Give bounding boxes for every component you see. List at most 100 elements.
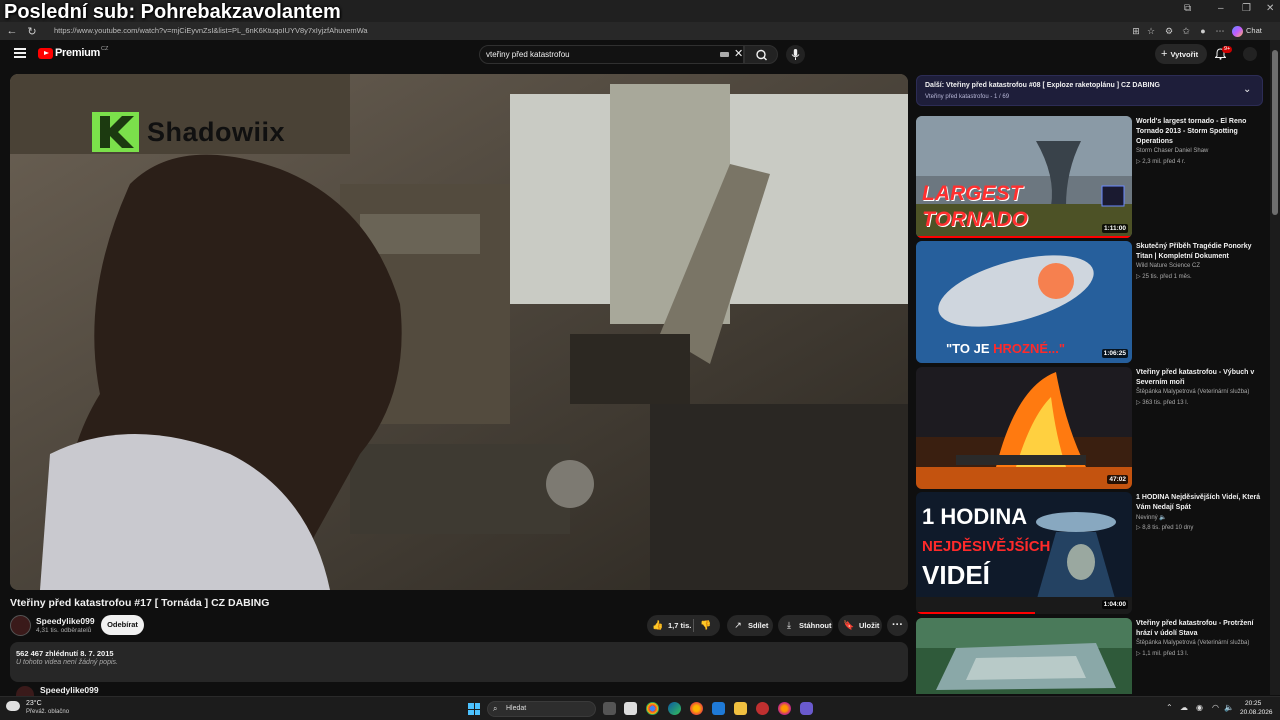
search-input[interactable] bbox=[486, 47, 706, 62]
back-icon[interactable]: ← bbox=[4, 25, 20, 37]
share-label: Sdílet bbox=[748, 621, 769, 630]
recommendation-meta: ▷ 8,8 tis. před 10 dny bbox=[1136, 525, 1194, 531]
views-and-date: 562 467 zhlédnutí 8. 7. 2015 bbox=[16, 649, 114, 658]
recommendation-item[interactable]: "TO JE HROZNÉ..." 1:06:25 Skutečný Příbě… bbox=[916, 241, 1266, 363]
maximize-icon[interactable]: ❐ bbox=[1242, 3, 1251, 14]
app-icon[interactable] bbox=[756, 702, 769, 715]
page-scrollbar[interactable] bbox=[1270, 40, 1280, 695]
video-thumbnail[interactable]: LARGEST TORNADO 1:11:00 bbox=[916, 116, 1132, 238]
file-explorer-icon[interactable] bbox=[734, 702, 747, 715]
download-button[interactable]: ⤓ Stáhnout bbox=[778, 615, 833, 636]
video-thumbnail[interactable]: 1 HODINA NEJDĚSIVĚJŠÍCH VIDEÍ 1:04:00 bbox=[916, 492, 1132, 614]
address-bar-row: ← ↻ https://www.youtube.com/watch?v=mjCi… bbox=[0, 22, 1280, 40]
mail-icon[interactable] bbox=[712, 702, 725, 715]
favorites-icon[interactable]: ✩ bbox=[1180, 25, 1192, 37]
like-icon[interactable]: 👍 bbox=[652, 615, 664, 636]
menu-dots-icon[interactable]: ⋯ bbox=[1214, 25, 1226, 37]
tray-app-icon[interactable]: ◉ bbox=[1196, 703, 1203, 712]
close-window-icon[interactable]: ✕ bbox=[1266, 3, 1274, 14]
clear-search-icon[interactable]: ✕ bbox=[734, 47, 743, 62]
recommendation-title[interactable]: Vteřiny před katastrofou - Výbuch v Seve… bbox=[1136, 368, 1264, 388]
thumbnail-text: NEJDĚSIVĚJŠÍCH bbox=[922, 538, 1051, 555]
recommendation-item[interactable]: LARGEST TORNADO 1:11:00 World's largest … bbox=[916, 116, 1266, 238]
reload-icon[interactable]: ↻ bbox=[24, 25, 40, 38]
download-label: Stáhnout bbox=[799, 621, 832, 630]
thumbnail-text-white: "TO JE bbox=[946, 341, 994, 356]
recommendation-title[interactable]: Skutečný Příběh Tragédie Ponorky Titan |… bbox=[1136, 242, 1264, 262]
recommendation-meta: ▷ 363 tis. před 13 l. bbox=[1136, 400, 1189, 406]
subscribe-button[interactable]: Odebírat bbox=[101, 615, 144, 635]
dislike-icon[interactable]: 👎 bbox=[700, 615, 712, 636]
clock-time[interactable]: 20:25 bbox=[1245, 700, 1261, 707]
edge-icon[interactable] bbox=[668, 702, 681, 715]
recommendation-channel[interactable]: Štěpánka Malypetrová (Veterinární služba… bbox=[1136, 640, 1249, 646]
video-player[interactable]: Shadowiix bbox=[10, 74, 908, 590]
recommendation-item[interactable]: Vteřiny před katastrofou - Protržení hrá… bbox=[916, 618, 1266, 694]
volume-icon[interactable]: 🔈 bbox=[1224, 703, 1234, 712]
translate-icon[interactable]: ⊞ bbox=[1130, 25, 1142, 37]
search-button[interactable] bbox=[744, 45, 778, 64]
comment-avatar[interactable] bbox=[16, 686, 34, 696]
voice-search-button[interactable] bbox=[786, 45, 805, 64]
profile-icon[interactable]: ● bbox=[1197, 25, 1209, 37]
video-thumbnail[interactable]: "TO JE HROZNÉ..." 1:06:25 bbox=[916, 241, 1132, 363]
wifi-icon[interactable]: ◠ bbox=[1212, 703, 1219, 712]
collections-icon[interactable]: ⧉ bbox=[1184, 3, 1191, 14]
scrollbar-thumb[interactable] bbox=[1272, 50, 1278, 215]
url-field[interactable]: https://www.youtube.com/watch?v=mjCiEyvn… bbox=[44, 24, 1104, 38]
channel-watermark: Shadowiix bbox=[92, 112, 285, 152]
search-box: ✕ bbox=[479, 45, 744, 64]
account-avatar[interactable] bbox=[1243, 47, 1257, 61]
recommendation-channel[interactable]: Nevinný 🔈 bbox=[1136, 514, 1167, 521]
windows-start-icon[interactable] bbox=[468, 703, 480, 715]
comment-author[interactable]: Speedylike099 bbox=[40, 685, 99, 695]
extension-icon[interactable]: ⚙ bbox=[1163, 25, 1175, 37]
widgets-icon[interactable] bbox=[624, 702, 637, 715]
like-count[interactable]: 1,7 tis. bbox=[668, 615, 691, 636]
onedrive-icon[interactable]: ☁ bbox=[1180, 703, 1188, 712]
thumbnail-text-red: HROZNÉ..." bbox=[993, 341, 1065, 356]
recommendation-item[interactable]: 1 HODINA NEJDĚSIVĚJŠÍCH VIDEÍ 1:04:00 1 … bbox=[916, 492, 1266, 614]
share-icon: ↗ bbox=[734, 620, 742, 630]
recommendation-channel[interactable]: Wild Nature Science CZ bbox=[1136, 263, 1200, 269]
tray-overflow-icon[interactable]: ⌃ bbox=[1166, 703, 1173, 712]
firefox-dev-icon[interactable] bbox=[778, 702, 791, 715]
cloud-icon[interactable] bbox=[6, 701, 20, 711]
watermark-text: Shadowiix bbox=[147, 116, 286, 147]
share-button[interactable]: ↗ Sdílet bbox=[727, 615, 773, 636]
video-thumbnail[interactable]: 47:02 bbox=[916, 367, 1132, 489]
taskbar-search[interactable]: ⌕ Hledat bbox=[487, 701, 596, 717]
app-icon[interactable] bbox=[800, 702, 813, 715]
video-duration: 1:04:00 bbox=[1101, 600, 1128, 609]
recommendation-channel[interactable]: Storm Chaser Daniel Shaw bbox=[1136, 148, 1208, 154]
firefox-icon[interactable] bbox=[690, 702, 703, 715]
task-view-icon[interactable] bbox=[603, 702, 616, 715]
weather-description[interactable]: Převáž. oblačno bbox=[26, 709, 69, 715]
channel-name[interactable]: Speedylike099 bbox=[36, 616, 95, 626]
create-button[interactable]: + Vytvořit bbox=[1155, 44, 1207, 64]
video-thumbnail[interactable] bbox=[916, 618, 1132, 694]
clock-date[interactable]: 20.08.2026 bbox=[1240, 709, 1273, 716]
save-button[interactable]: 🔖 Uložit bbox=[838, 615, 882, 636]
menu-icon[interactable] bbox=[14, 48, 26, 58]
youtube-logo[interactable]: Premium CZ bbox=[38, 46, 109, 59]
chevron-down-icon[interactable]: ⌄ bbox=[1243, 84, 1251, 95]
microphone-icon bbox=[791, 49, 800, 60]
recommendation-item[interactable]: 47:02 Vteřiny před katastrofou - Výbuch … bbox=[916, 367, 1266, 489]
more-actions-button[interactable]: ··· bbox=[887, 615, 908, 636]
recommendation-channel[interactable]: Štěpánka Malypetrová (Veterinární služba… bbox=[1136, 389, 1249, 395]
channel-avatar[interactable] bbox=[10, 615, 31, 636]
recommendation-title[interactable]: 1 HODINA Nejděsivějších Videí, Která Vám… bbox=[1136, 493, 1264, 513]
logo-region: CZ bbox=[100, 46, 109, 52]
notification-count-badge: 9+ bbox=[1222, 46, 1233, 53]
description-box[interactable]: 562 467 zhlédnutí 8. 7. 2015 U tohoto vi… bbox=[10, 642, 908, 682]
playlist-panel[interactable]: Další: Vteřiny před katastrofou #08 [ Ex… bbox=[916, 75, 1263, 106]
chrome-icon[interactable] bbox=[646, 702, 659, 715]
minimize-icon[interactable]: – bbox=[1218, 3, 1224, 14]
recommendation-title[interactable]: World's largest tornado - El Reno Tornad… bbox=[1136, 117, 1264, 147]
weather-temperature[interactable]: 23°C bbox=[26, 700, 42, 707]
favorite-icon[interactable]: ☆ bbox=[1145, 25, 1157, 37]
recommendation-title[interactable]: Vteřiny před katastrofou - Protržení hrá… bbox=[1136, 619, 1264, 639]
keyboard-icon[interactable] bbox=[720, 52, 729, 57]
chat-button[interactable]: Chat bbox=[1232, 24, 1262, 38]
